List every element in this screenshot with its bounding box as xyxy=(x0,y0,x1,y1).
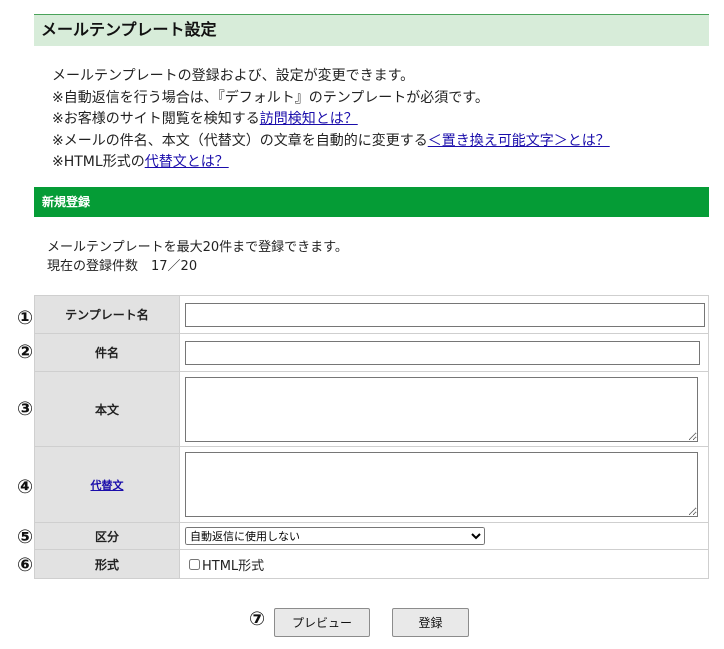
intro-line-4-text: ※メールの件名、本文（代替文）の文章を自動的に変更する xyxy=(52,132,428,149)
intro-line-4: ※メールの件名、本文（代替文）の文章を自動的に変更する＜置き換え可能文字＞とは？ xyxy=(52,131,610,153)
category-select[interactable]: 自動返信に使用しない xyxy=(185,527,485,545)
category-cell: 自動返信に使用しない xyxy=(179,522,709,550)
marker-3: ③ xyxy=(16,398,34,420)
template-form: テンプレート名 件名 本文 代替文 区分 自動返信に使用しない 形式 HTML形… xyxy=(34,295,709,579)
section-title: 新規登録 xyxy=(42,195,91,209)
page-header: メールテンプレート設定 xyxy=(34,14,709,46)
format-cell: HTML形式 xyxy=(179,549,709,579)
format-label: 形式 xyxy=(34,549,180,579)
alt-text-textarea[interactable] xyxy=(185,452,698,517)
marker-7: ⑦ xyxy=(248,608,266,630)
template-name-cell xyxy=(179,295,709,334)
marker-5: ⑤ xyxy=(16,526,34,548)
subject-cell xyxy=(179,333,709,372)
subject-label: 件名 xyxy=(34,333,180,372)
page-title: メールテンプレート設定 xyxy=(41,20,217,39)
category-label: 区分 xyxy=(34,522,180,550)
replaceable-chars-link[interactable]: ＜置き換え可能文字＞とは？ xyxy=(428,133,610,149)
body-label: 本文 xyxy=(34,371,180,447)
intro-line-3-text: ※お客様のサイト閲覧を検知する xyxy=(52,111,260,127)
intro-line-1: メールテンプレートの登録および、設定が変更できます。 xyxy=(52,68,415,84)
row-category: 区分 自動返信に使用しない xyxy=(34,522,709,550)
marker-4: ④ xyxy=(16,476,34,498)
register-button[interactable]: 登録 xyxy=(392,608,469,637)
visit-detection-link[interactable]: 訪問検知とは？ xyxy=(260,111,358,127)
intro-line-5: ※HTML形式の代替文とは？ xyxy=(52,152,610,174)
row-template-name: テンプレート名 xyxy=(34,295,709,334)
preview-button[interactable]: プレビュー xyxy=(274,608,370,637)
alt-text-label-cell: 代替文 xyxy=(34,446,180,523)
row-subject: 件名 xyxy=(34,333,709,372)
alt-text-help-link[interactable]: 代替文とは？ xyxy=(145,154,229,170)
intro-text: メールテンプレートの登録および、設定が変更できます。 ※自動返信を行う場合は、『… xyxy=(52,66,610,174)
html-format-option[interactable]: HTML形式 xyxy=(185,555,708,574)
html-format-label: HTML形式 xyxy=(202,558,265,574)
row-format: 形式 HTML形式 xyxy=(34,549,709,579)
intro-line-5-text: ※HTML形式の xyxy=(52,154,145,170)
template-name-label: テンプレート名 xyxy=(34,295,180,334)
limit-max-text: メールテンプレートを最大20件まで登録できます。 xyxy=(47,240,348,255)
body-textarea[interactable] xyxy=(185,376,698,442)
limit-info: メールテンプレートを最大20件まで登録できます。 現在の登録件数 17／20 xyxy=(47,238,348,276)
marker-1: ① xyxy=(16,307,34,329)
body-cell xyxy=(179,371,709,447)
intro-line-3: ※お客様のサイト閲覧を検知する訪問検知とは？ xyxy=(52,109,610,131)
alt-text-cell xyxy=(179,446,709,523)
marker-2: ② xyxy=(16,341,34,363)
alt-text-label-link[interactable]: 代替文 xyxy=(91,479,124,492)
html-format-checkbox[interactable] xyxy=(189,558,200,570)
limit-count-text: 現在の登録件数 17／20 xyxy=(47,259,198,274)
section-header-new: 新規登録 xyxy=(34,187,709,217)
subject-input[interactable] xyxy=(185,340,700,365)
marker-6: ⑥ xyxy=(16,554,34,576)
row-body: 本文 xyxy=(34,371,709,447)
row-alt-text: 代替文 xyxy=(34,446,709,523)
template-name-input[interactable] xyxy=(185,302,705,327)
intro-line-2: ※自動返信を行う場合は、『デフォルト』のテンプレートが必須です。 xyxy=(52,89,489,106)
